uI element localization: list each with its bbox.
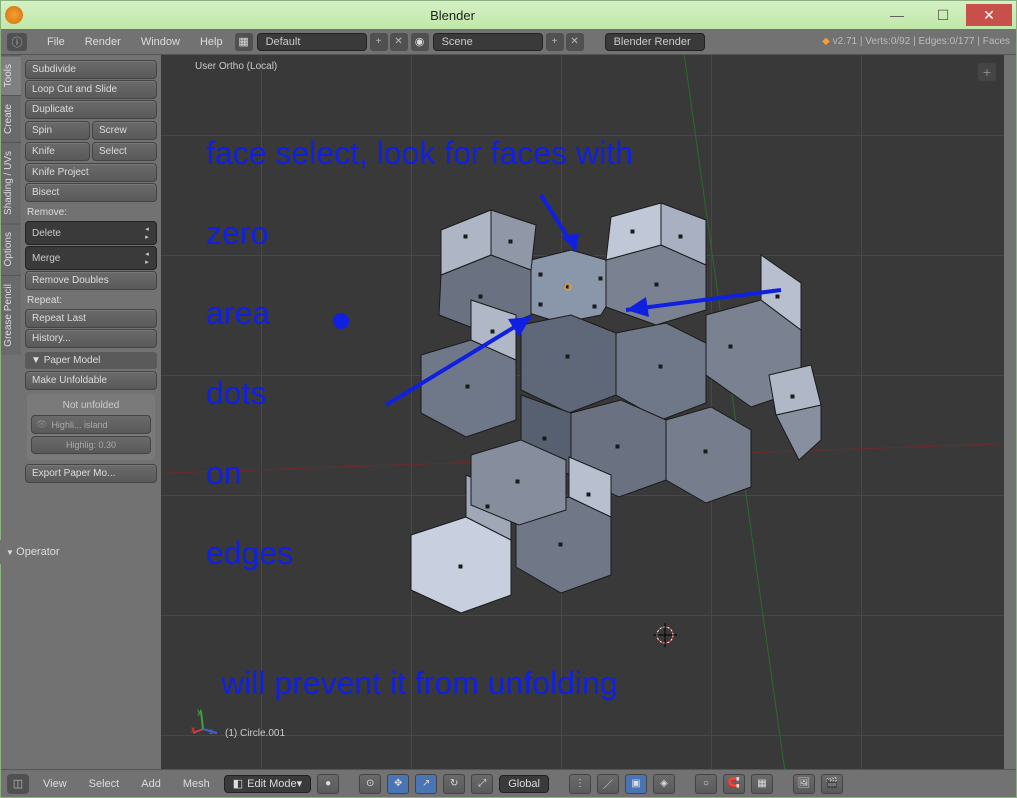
- spin-button[interactable]: Spin: [25, 121, 90, 140]
- knife-button[interactable]: Knife: [25, 142, 90, 161]
- info-icon[interactable]: ⓘ: [7, 33, 27, 51]
- knife-project-button[interactable]: Knife Project: [25, 163, 157, 182]
- layout-icon[interactable]: ▦: [235, 33, 253, 51]
- scene-add-button[interactable]: +: [546, 33, 564, 51]
- scene-icon[interactable]: ◉: [411, 33, 429, 51]
- edge-select-icon[interactable]: ／: [597, 774, 619, 794]
- layout-dropdown[interactable]: Default: [257, 33, 367, 51]
- editor-type-icon[interactable]: ◫: [7, 774, 29, 794]
- paper-model-header[interactable]: ▼ Paper Model: [25, 352, 157, 369]
- delete-dropdown[interactable]: Delete: [25, 221, 157, 245]
- layout-add-button[interactable]: +: [370, 33, 388, 51]
- bisect-button[interactable]: Bisect: [25, 183, 157, 202]
- top-menubar: ⓘ File Render Window Help ▦ Default + ✕ …: [1, 29, 1016, 55]
- mode-dropdown[interactable]: ◧ Edit Mode ▾: [224, 775, 311, 793]
- sidebar-tabs: Tools Create Shading / UVs Options Greas…: [1, 55, 21, 769]
- subdivide-button[interactable]: Subdivide: [25, 60, 157, 79]
- scale-icon[interactable]: ⤢: [471, 774, 493, 794]
- annotation-arrow-icon: [611, 275, 791, 335]
- repeat-label: Repeat:: [25, 291, 157, 308]
- paper-status-label: Not unfolded: [31, 398, 151, 413]
- mesh-object: [161, 55, 1004, 755]
- make-unfoldable-button[interactable]: Make Unfoldable: [25, 371, 157, 390]
- highlight-slider[interactable]: Highlig: 0.30: [31, 436, 151, 454]
- loop-cut-button[interactable]: Loop Cut and Slide: [25, 80, 157, 99]
- manipulator-icon[interactable]: ✥: [387, 774, 409, 794]
- object-name-label: (1) Circle.001: [225, 728, 285, 739]
- menu-view[interactable]: View: [35, 774, 75, 794]
- translate-icon[interactable]: ↗: [415, 774, 437, 794]
- eye-icon: 👁: [36, 419, 47, 430]
- close-button[interactable]: ✕: [966, 4, 1012, 26]
- window-title: Blender: [430, 8, 475, 23]
- stats-info: ◆ v2.71 | Verts:0/92 | Edges:0/177 | Fac…: [822, 36, 1010, 47]
- minimize-button[interactable]: —: [874, 4, 920, 26]
- viewport-header: ◫ View Select Add Mesh ◧ Edit Mode ▾ ● ⊙…: [1, 769, 1016, 797]
- operator-header[interactable]: Operator: [6, 546, 154, 558]
- orientation-dropdown[interactable]: Global: [499, 775, 549, 793]
- menu-render[interactable]: Render: [75, 32, 131, 52]
- pivot-icon[interactable]: ⊙: [359, 774, 381, 794]
- merge-dropdown[interactable]: Merge: [25, 246, 157, 270]
- duplicate-button[interactable]: Duplicate: [25, 100, 157, 119]
- render-image-icon[interactable]: 🖼: [793, 774, 815, 794]
- menu-add[interactable]: Add: [133, 774, 169, 794]
- export-paper-button[interactable]: Export Paper Mo...: [25, 464, 157, 483]
- 3d-cursor-icon: [651, 621, 679, 649]
- menu-help[interactable]: Help: [190, 32, 233, 52]
- annotation-arrow-icon: [376, 305, 546, 415]
- history-button[interactable]: History...: [25, 329, 157, 348]
- tab-grease-pencil[interactable]: Grease Pencil: [1, 275, 21, 355]
- paper-status-section: Not unfolded 👁Highli... island Highlig: …: [27, 394, 155, 460]
- repeat-last-button[interactable]: Repeat Last: [25, 309, 157, 328]
- rotate-icon[interactable]: ↻: [443, 774, 465, 794]
- tab-create[interactable]: Create: [1, 95, 21, 142]
- highlight-island-button[interactable]: 👁Highli... island: [31, 415, 151, 434]
- maximize-button[interactable]: ☐: [920, 4, 966, 26]
- blender-logo-icon: [5, 6, 23, 24]
- tab-tools[interactable]: Tools: [1, 55, 21, 95]
- 3d-viewport[interactable]: User Ortho (Local) +: [161, 55, 1004, 769]
- proportional-icon[interactable]: ○: [695, 774, 717, 794]
- menu-select[interactable]: Select: [81, 774, 128, 794]
- window-titlebar: Blender — ☐ ✕: [1, 1, 1016, 29]
- screw-button[interactable]: Screw: [92, 121, 157, 140]
- tab-options[interactable]: Options: [1, 223, 21, 274]
- axis-gizmo: xyz: [191, 707, 221, 737]
- select-button[interactable]: Select: [92, 142, 157, 161]
- region-handle[interactable]: [1004, 55, 1016, 769]
- menu-mesh[interactable]: Mesh: [175, 774, 218, 794]
- annotation-dot-icon: [333, 313, 349, 329]
- operator-panel: Operator: [0, 540, 160, 564]
- render-anim-icon[interactable]: 🎬: [821, 774, 843, 794]
- snap-icon[interactable]: 🧲: [723, 774, 745, 794]
- scene-dropdown[interactable]: Scene: [433, 33, 543, 51]
- remove-label: Remove:: [25, 203, 157, 220]
- annotation-arrow-icon: [531, 185, 591, 265]
- limit-selection-icon[interactable]: ◈: [653, 774, 675, 794]
- tool-panel: Subdivide Loop Cut and Slide Duplicate S…: [21, 55, 161, 769]
- engine-dropdown[interactable]: Blender Render: [605, 33, 705, 51]
- tab-shading-uvs[interactable]: Shading / UVs: [1, 142, 21, 223]
- remove-doubles-button[interactable]: Remove Doubles: [25, 271, 157, 290]
- vertex-select-icon[interactable]: ⋮: [569, 774, 591, 794]
- menu-file[interactable]: File: [37, 32, 75, 52]
- scene-delete-button[interactable]: ✕: [566, 33, 584, 51]
- shading-sphere-icon[interactable]: ●: [317, 774, 339, 794]
- layout-delete-button[interactable]: ✕: [390, 33, 408, 51]
- snap-type-icon[interactable]: ▦: [751, 774, 773, 794]
- menu-window[interactable]: Window: [131, 32, 190, 52]
- face-select-icon[interactable]: ▣: [625, 774, 647, 794]
